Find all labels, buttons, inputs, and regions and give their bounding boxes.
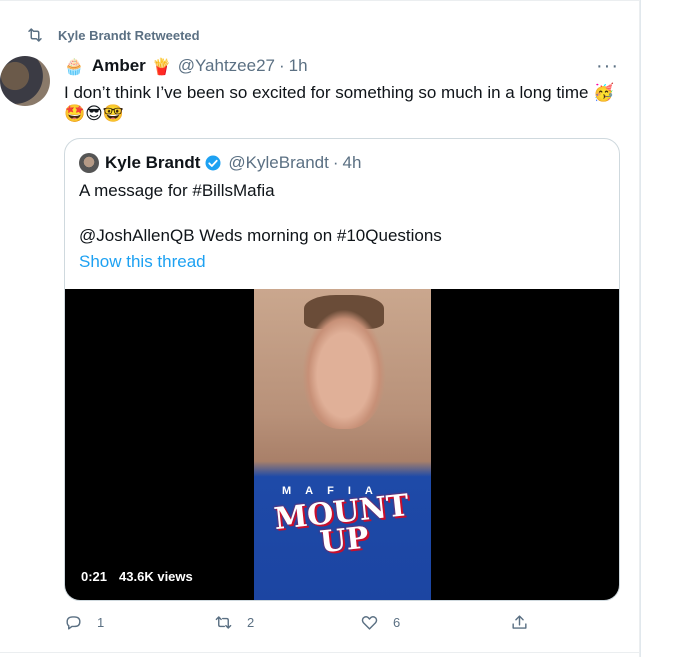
shirt-main-text: MOUNT UP: [272, 488, 411, 561]
like-button[interactable]: 6: [360, 613, 400, 632]
retweet-label: Kyle Brandt Retweeted: [58, 27, 200, 43]
video-player[interactable]: MAFIA MOUNT UP 0:21 43.6K views: [65, 289, 619, 600]
retweet-count: 2: [247, 615, 255, 630]
quoted-author-handle[interactable]: @KyleBrandt: [228, 153, 328, 173]
quoted-tweet[interactable]: Kyle Brandt @KyleBrandt · 4h A message f…: [64, 138, 620, 601]
quoted-avatar[interactable]: [79, 153, 99, 173]
video-views: 43.6K views: [119, 569, 193, 584]
name-emoji-before: 🧁: [64, 56, 84, 76]
video-duration: 0:21: [81, 569, 108, 584]
show-thread-link[interactable]: Show this thread: [79, 252, 206, 272]
video-face-shape: [302, 309, 386, 429]
like-count: 6: [393, 615, 401, 630]
quoted-text-line2: @JoshAllenQB Weds morning on #10Question…: [79, 226, 442, 245]
author-name[interactable]: Amber: [92, 56, 146, 76]
retweet-context[interactable]: Kyle Brandt Retweeted: [26, 23, 200, 47]
right-sidebar-edge: [640, 0, 680, 657]
reply-icon: [66, 616, 81, 630]
tweet-header: 🧁 Amber 🍟 @Yahtzee27 · 1h ···: [64, 53, 619, 79]
tweet-actions: 1 2 6: [64, 613, 544, 637]
avatar[interactable]: [0, 56, 50, 106]
tweet-emojis: 🤩😎🤓: [64, 104, 125, 124]
retweet-action-icon: [215, 616, 232, 629]
tweet-column: Kyle Brandt Retweeted 🧁 Amber 🍟 @Yahtzee…: [0, 0, 640, 657]
separator-dot: ·: [279, 56, 285, 75]
video-meta: 0:21 43.6K views: [81, 569, 193, 584]
quoted-separator-dot: ·: [332, 153, 339, 172]
verified-badge-icon: [205, 155, 221, 171]
author-handle[interactable]: @Yahtzee27: [178, 56, 275, 76]
quoted-text-line1: A message for #BillsMafia: [79, 181, 275, 200]
reply-count: 1: [97, 615, 105, 630]
quoted-timestamp[interactable]: 4h: [343, 153, 362, 173]
share-button[interactable]: [510, 613, 529, 632]
retweet-button[interactable]: 2: [214, 613, 254, 632]
tweet-text: I don’t think I’ve been so excited for s…: [64, 83, 615, 102]
timestamp[interactable]: 1h: [289, 56, 308, 76]
reply-button[interactable]: 1: [64, 613, 104, 632]
tweet-divider: [0, 652, 640, 653]
quoted-author-name[interactable]: Kyle Brandt: [105, 153, 200, 173]
video-thumbnail: MAFIA MOUNT UP: [254, 289, 431, 600]
quoted-tweet-header: Kyle Brandt @KyleBrandt · 4h: [79, 152, 361, 174]
retweet-icon: [28, 28, 42, 42]
more-options-icon[interactable]: ···: [596, 55, 619, 78]
share-icon: [512, 615, 527, 629]
heart-icon: [361, 616, 378, 630]
name-emoji-after: 🍟: [151, 56, 172, 76]
